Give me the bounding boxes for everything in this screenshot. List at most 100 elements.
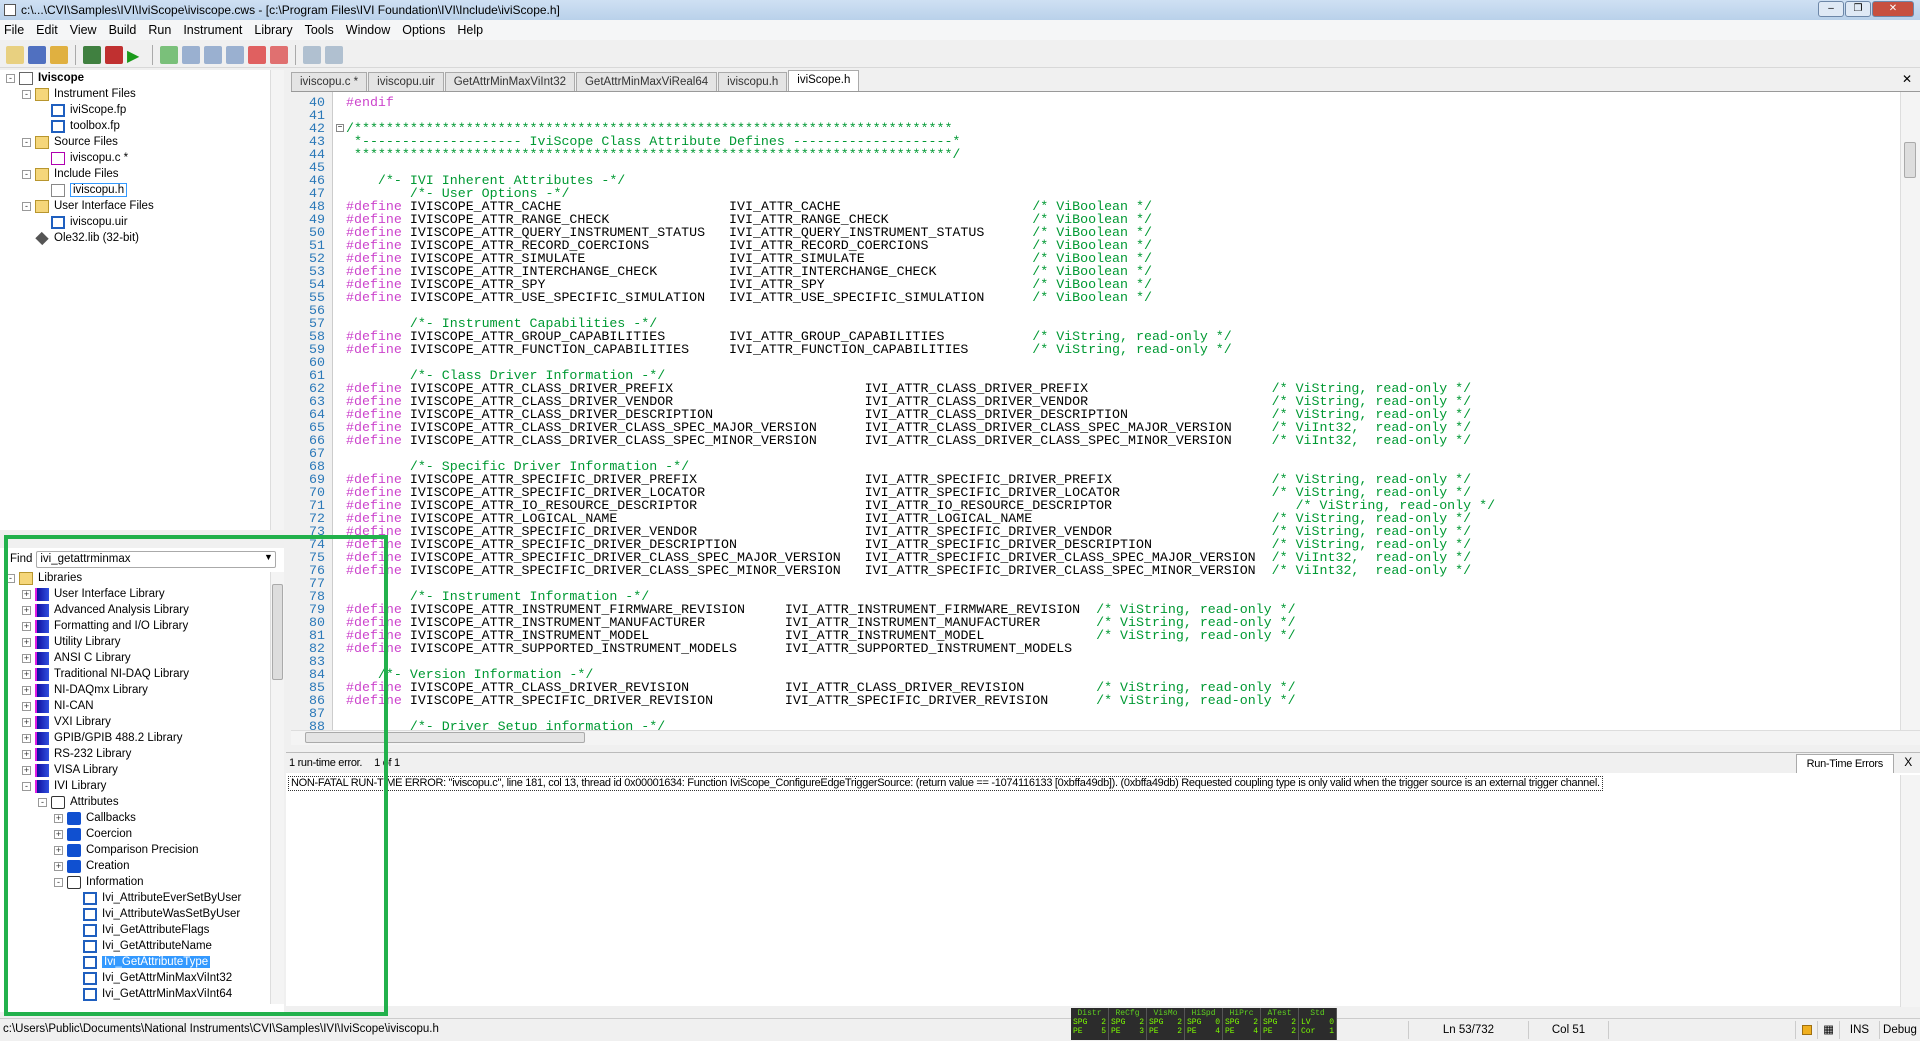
menu-instrument[interactable]: Instrument xyxy=(183,23,242,37)
expand-icon[interactable]: + xyxy=(22,605,31,615)
menu-file[interactable]: File xyxy=(4,23,24,37)
editor-horizontal-scrollbar[interactable] xyxy=(291,730,1920,745)
find-dropdown-icon[interactable]: ▼ xyxy=(264,552,273,562)
collapse-icon[interactable]: - xyxy=(22,89,31,99)
tree-item[interactable]: - Include Files xyxy=(22,166,119,182)
tree-item[interactable]: - Source Files xyxy=(22,134,118,150)
tree-item[interactable]: + User Interface Library xyxy=(22,586,165,602)
tree-item[interactable]: Ivi_GetAttrMinMaxViInt32 xyxy=(70,970,232,986)
go-button[interactable] xyxy=(160,45,178,64)
expand-icon[interactable]: + xyxy=(22,589,31,599)
tab-iviscope-h[interactable]: iviScope.h xyxy=(788,70,860,91)
find-input[interactable] xyxy=(36,550,277,568)
menu-build[interactable]: Build xyxy=(109,23,137,37)
new-c-file-button[interactable] xyxy=(6,45,24,64)
expand-icon[interactable]: + xyxy=(22,717,31,727)
menu-help[interactable]: Help xyxy=(457,23,483,37)
break-button[interactable] xyxy=(270,45,288,64)
collapse-icon[interactable]: - xyxy=(6,73,15,83)
tree-item[interactable]: iviScope.fp xyxy=(38,102,126,118)
new-uir-button[interactable] xyxy=(28,45,46,64)
errors-scrollbar[interactable] xyxy=(1900,775,1920,1007)
expand-icon[interactable]: + xyxy=(22,637,31,647)
expand-icon[interactable]: + xyxy=(22,733,31,743)
tree-item[interactable]: + VXI Library xyxy=(22,714,111,730)
expand-icon[interactable]: + xyxy=(54,861,63,871)
tree-item[interactable]: + Formatting and I/O Library xyxy=(22,618,188,634)
collapse-icon[interactable]: - xyxy=(22,137,31,147)
debug-button[interactable] xyxy=(105,45,123,64)
collapse-icon[interactable]: - xyxy=(38,797,47,807)
tree-item[interactable]: Ivi_GetAttributeType xyxy=(70,954,211,970)
tree-item[interactable]: + Traditional NI-DAQ Library xyxy=(22,666,189,682)
library-scrollbar[interactable] xyxy=(270,572,284,1004)
tab-getattrminmaxviint32[interactable]: GetAttrMinMaxViInt32 xyxy=(444,72,575,91)
tree-item[interactable]: + Comparison Precision xyxy=(54,842,199,858)
toggle-a-button[interactable] xyxy=(303,45,321,64)
fold-toggle-icon[interactable]: − xyxy=(336,124,344,132)
expand-icon[interactable]: + xyxy=(22,701,31,711)
editor-vertical-scrollbar[interactable] xyxy=(1900,92,1920,730)
tree-item[interactable]: + NI-DAQmx Library xyxy=(22,682,148,698)
menu-window[interactable]: Window xyxy=(346,23,390,37)
tab-iviscopu-uir[interactable]: iviscopu.uir xyxy=(368,72,444,91)
expand-icon[interactable]: + xyxy=(22,669,31,679)
menu-library[interactable]: Library xyxy=(254,23,292,37)
expand-icon[interactable]: + xyxy=(54,845,63,855)
tree-item[interactable]: + NI-CAN xyxy=(22,698,94,714)
function-tree-button[interactable] xyxy=(83,45,101,64)
tree-item[interactable]: iviscopu.c * xyxy=(38,150,128,166)
menu-view[interactable]: View xyxy=(70,23,97,37)
collapse-icon[interactable]: - xyxy=(22,169,31,179)
expand-icon[interactable]: + xyxy=(22,685,31,695)
tree-item[interactable]: Ivi_AttributeEverSetByUser xyxy=(70,890,241,906)
code-editor[interactable]: 40 #endif 41 42−/**************************… xyxy=(291,92,1900,730)
tree-item[interactable]: + ANSI C Library xyxy=(22,650,131,666)
restore-button[interactable]: ❐ xyxy=(1845,1,1871,17)
lock-icon[interactable] xyxy=(1795,1021,1817,1039)
expand-icon[interactable]: + xyxy=(22,749,31,759)
tree-item[interactable]: - IVI Library xyxy=(22,778,106,794)
tree-item[interactable]: + Advanced Analysis Library xyxy=(22,602,189,618)
open-button[interactable] xyxy=(50,45,68,64)
tree-item[interactable]: + Creation xyxy=(54,858,129,874)
tab-iviscopu-h[interactable]: iviscopu.h xyxy=(718,72,788,91)
tree-item[interactable]: toolbox.fp xyxy=(38,118,120,134)
build-configuration[interactable]: Debug xyxy=(1879,1021,1920,1039)
collapse-icon[interactable]: - xyxy=(6,573,15,583)
close-button[interactable]: ✕ xyxy=(1872,1,1914,17)
menu-tools[interactable]: Tools xyxy=(305,23,334,37)
step-into-button[interactable] xyxy=(204,45,222,64)
tree-item[interactable]: + RS-232 Library xyxy=(22,746,131,762)
tab-run-time-errors[interactable]: Run-Time Errors xyxy=(1795,754,1894,773)
expand-icon[interactable]: + xyxy=(22,765,31,775)
toggle-b-button[interactable] xyxy=(325,45,343,64)
tree-item[interactable]: + GPIB/GPIB 488.2 Library xyxy=(22,730,182,746)
run-button[interactable]: ▶ xyxy=(127,46,145,65)
collapse-icon[interactable]: - xyxy=(22,781,31,791)
expand-icon[interactable]: + xyxy=(54,813,63,823)
stop-button[interactable] xyxy=(248,45,266,64)
tree-item[interactable]: + Coercion xyxy=(54,826,132,842)
collapse-icon[interactable]: - xyxy=(22,201,31,211)
close-errors-icon[interactable]: X xyxy=(1904,755,1912,769)
tree-item[interactable]: - Instrument Files xyxy=(22,86,136,102)
tree-item[interactable]: Ivi_GetAttrMinMaxViInt64 xyxy=(70,986,232,1002)
tree-item[interactable]: + Callbacks xyxy=(54,810,136,826)
tree-item[interactable]: Ivi_GetAttributeFlags xyxy=(70,922,209,938)
tree-item[interactable]: Ivi_AttributeWasSetByUser xyxy=(70,906,240,922)
tree-item[interactable]: - User Interface Files xyxy=(22,198,154,214)
tree-item[interactable]: + VISA Library xyxy=(22,762,118,778)
step-over-button[interactable] xyxy=(182,45,200,64)
expand-icon[interactable]: + xyxy=(54,829,63,839)
tree-item[interactable]: Ivi_GetAttributeName xyxy=(70,938,212,954)
expand-icon[interactable]: + xyxy=(22,653,31,663)
tab-getattrminmaxvireal64[interactable]: GetAttrMinMaxViReal64 xyxy=(575,72,718,91)
tree-item[interactable]: - Libraries xyxy=(6,570,82,586)
step-out-button[interactable] xyxy=(226,45,244,64)
tree-item[interactable]: Ole32.lib (32-bit) xyxy=(22,230,139,246)
error-message[interactable]: NON-FATAL RUN-TIME ERROR: "iviscopu.c", … xyxy=(288,776,1603,791)
tab-iviscopu-c-[interactable]: iviscopu.c * xyxy=(291,72,368,91)
workspace-scrollbar[interactable] xyxy=(270,70,284,530)
menu-edit[interactable]: Edit xyxy=(36,23,58,37)
